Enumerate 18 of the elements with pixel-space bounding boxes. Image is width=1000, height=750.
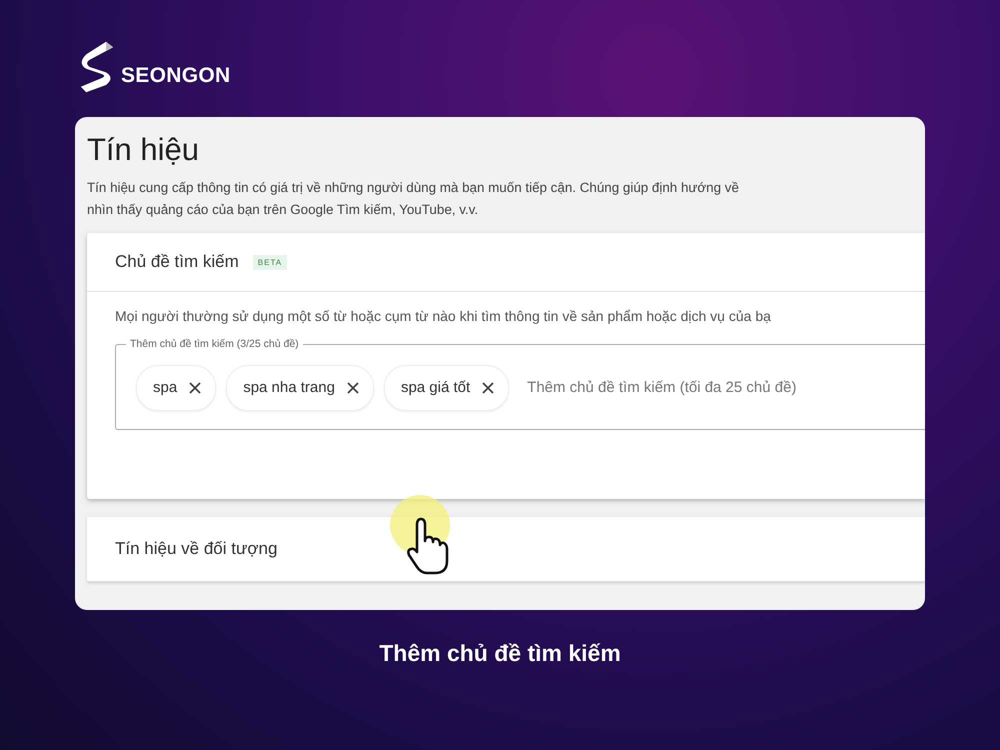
topic-input[interactable]: Thêm chủ đề tìm kiếm (tối đa 25 chủ đề): [525, 378, 870, 397]
section-title[interactable]: Tín hiệu về đối tượng: [115, 539, 278, 559]
field-label: Thêm chủ đề tìm kiếm (3/25 chủ đề): [129, 338, 300, 350]
section-description: Mọi người thường sử dụng một số từ hoặc cụm từ nào khi tìm thông tin về sản phẩm hoặc dịch vụ của bạ: [115, 308, 771, 324]
close-icon[interactable]: [346, 382, 359, 394]
page-title: Tín hiệu: [87, 131, 200, 169]
topic-chip[interactable]: spa nha trang: [226, 364, 374, 410]
section-title[interactable]: Chủ đề tìm kiếm: [115, 252, 239, 272]
close-icon[interactable]: [482, 382, 494, 394]
caption: Thêm chủ đề tìm kiếm: [378, 640, 622, 667]
logo-icon: [79, 39, 115, 95]
beta-badge: BETA: [252, 254, 288, 270]
description: Tín hiệu cung cấp thông tin có giá trị về những người dùng mà bạn muốn tiếp cận. Chúng giúp định hướng về nhìn thấy quảng cáo của bạn trên Google Tìm kiếm, YouTube, v.v.: [87, 179, 739, 219]
topic-chip[interactable]: spa giá tốt: [384, 364, 510, 410]
search-topics-field[interactable]: Thêm chủ đề tìm kiếm (3/25 chủ đề) spa spa nha trang spa giá tốt Thêm chủ đề tìm kiếm (tối đa 25 chủ đề): [115, 338, 925, 430]
brand-name: SEONGON: [121, 64, 230, 88]
topic-chip[interactable]: spa: [136, 364, 216, 410]
close-icon[interactable]: [189, 382, 202, 394]
